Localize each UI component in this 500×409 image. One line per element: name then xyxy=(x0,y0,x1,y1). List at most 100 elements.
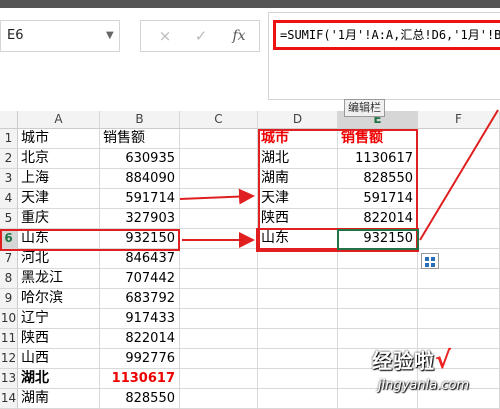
cell-e5[interactable]: 822014 xyxy=(338,209,418,229)
cell-f1[interactable] xyxy=(418,129,500,149)
cell-d2[interactable]: 湖北 xyxy=(258,149,338,169)
cell-c11[interactable] xyxy=(180,329,258,349)
cell-b6[interactable]: 932150 xyxy=(100,229,180,249)
row-header[interactable]: 6 xyxy=(0,229,18,249)
cell-d6[interactable]: 山东 xyxy=(258,229,338,249)
row-header[interactable]: 7 xyxy=(0,249,18,269)
cell-e10[interactable] xyxy=(338,309,418,329)
cell-d11[interactable] xyxy=(258,329,338,349)
cell-a9[interactable]: 哈尔滨 xyxy=(18,289,100,309)
cell-d14[interactable] xyxy=(258,389,338,409)
row-header[interactable]: 9 xyxy=(0,289,18,309)
cell-a10[interactable]: 辽宁 xyxy=(18,309,100,329)
cell-f4[interactable] xyxy=(418,189,500,209)
row-header[interactable]: 8 xyxy=(0,269,18,289)
row-header[interactable]: 14 xyxy=(0,389,18,409)
column-header-d[interactable]: D xyxy=(258,111,338,129)
cell-b8[interactable]: 707442 xyxy=(100,269,180,289)
cell-a5[interactable]: 重庆 xyxy=(18,209,100,229)
select-all-corner[interactable] xyxy=(0,111,18,129)
cell-d5[interactable]: 陕西 xyxy=(258,209,338,229)
row-header[interactable]: 5 xyxy=(0,209,18,229)
cell-c5[interactable] xyxy=(180,209,258,229)
cell-d1[interactable]: 城市 xyxy=(258,129,338,149)
cell-c6[interactable] xyxy=(180,229,258,249)
cell-b9[interactable]: 683792 xyxy=(100,289,180,309)
cell-a1[interactable]: 城市 xyxy=(18,129,100,149)
cell-a12[interactable]: 山西 xyxy=(18,349,100,369)
cell-d8[interactable] xyxy=(258,269,338,289)
cell-e3[interactable]: 828550 xyxy=(338,169,418,189)
row-header[interactable]: 2 xyxy=(0,149,18,169)
cell-f5[interactable] xyxy=(418,209,500,229)
cell-c14[interactable] xyxy=(180,389,258,409)
cell-a7[interactable]: 河北 xyxy=(18,249,100,269)
cell-a3[interactable]: 上海 xyxy=(18,169,100,189)
cell-a4[interactable]: 天津 xyxy=(18,189,100,209)
cell-b13[interactable]: 1130617 xyxy=(100,369,180,389)
cell-b14[interactable]: 828550 xyxy=(100,389,180,409)
cell-c13[interactable] xyxy=(180,369,258,389)
cell-a11[interactable]: 陕西 xyxy=(18,329,100,349)
column-header-a[interactable]: A xyxy=(18,111,100,129)
cell-c2[interactable] xyxy=(180,149,258,169)
cell-c9[interactable] xyxy=(180,289,258,309)
cell-d4[interactable]: 天津 xyxy=(258,189,338,209)
cell-c8[interactable] xyxy=(180,269,258,289)
paste-options-icon[interactable] xyxy=(421,253,439,269)
column-header-f[interactable]: F xyxy=(418,111,500,129)
cell-a2[interactable]: 北京 xyxy=(18,149,100,169)
cell-e1[interactable]: 销售额 xyxy=(338,129,418,149)
column-header-b[interactable]: B xyxy=(100,111,180,129)
cell-b7[interactable]: 846437 xyxy=(100,249,180,269)
cell-b5[interactable]: 327903 xyxy=(100,209,180,229)
row-header[interactable]: 13 xyxy=(0,369,18,389)
cell-b12[interactable]: 992776 xyxy=(100,349,180,369)
row-header[interactable]: 1 xyxy=(0,129,18,149)
name-box-dropdown-icon[interactable]: ▼ xyxy=(106,30,114,41)
cell-f8[interactable] xyxy=(418,269,500,289)
cell-f3[interactable] xyxy=(418,169,500,189)
cell-d10[interactable] xyxy=(258,309,338,329)
cell-a14[interactable]: 湖南 xyxy=(18,389,100,409)
cell-d13[interactable] xyxy=(258,369,338,389)
cell-b11[interactable]: 822014 xyxy=(100,329,180,349)
cell-c4[interactable] xyxy=(180,189,258,209)
cell-c3[interactable] xyxy=(180,169,258,189)
row-header[interactable]: 10 xyxy=(0,309,18,329)
cell-d3[interactable]: 湖南 xyxy=(258,169,338,189)
cell-a8[interactable]: 黑龙江 xyxy=(18,269,100,289)
cell-e8[interactable] xyxy=(338,269,418,289)
cell-f2[interactable] xyxy=(418,149,500,169)
cell-c7[interactable] xyxy=(180,249,258,269)
row-header[interactable]: 11 xyxy=(0,329,18,349)
cell-b10[interactable]: 917433 xyxy=(100,309,180,329)
row-header[interactable]: 4 xyxy=(0,189,18,209)
cell-e9[interactable] xyxy=(338,289,418,309)
cell-b2[interactable]: 630935 xyxy=(100,149,180,169)
cell-a6[interactable]: 山东 xyxy=(18,229,100,249)
row-header[interactable]: 12 xyxy=(0,349,18,369)
cell-b3[interactable]: 884090 xyxy=(100,169,180,189)
cell-c10[interactable] xyxy=(180,309,258,329)
cell-d9[interactable] xyxy=(258,289,338,309)
cell-b4[interactable]: 591714 xyxy=(100,189,180,209)
cell-e7[interactable] xyxy=(338,249,418,269)
cell-d7[interactable] xyxy=(258,249,338,269)
cell-a13[interactable]: 湖北 xyxy=(18,369,100,389)
cell-d12[interactable] xyxy=(258,349,338,369)
cell-e2[interactable]: 1130617 xyxy=(338,149,418,169)
cell-c12[interactable] xyxy=(180,349,258,369)
cell-f9[interactable] xyxy=(418,289,500,309)
insert-function-icon[interactable]: fx xyxy=(221,21,257,51)
cell-f10[interactable] xyxy=(418,309,500,329)
row-header[interactable]: 3 xyxy=(0,169,18,189)
column-header-c[interactable]: C xyxy=(180,111,258,129)
formula-input[interactable]: =SUMIF('1月'!A:A,汇总!D6,'1月'!B: xyxy=(273,20,500,50)
cell-e6[interactable]: 932150 xyxy=(338,229,418,249)
cell-e4[interactable]: 591714 xyxy=(338,189,418,209)
cell-b1[interactable]: 销售额 xyxy=(100,129,180,149)
cancel-icon[interactable]: × xyxy=(147,21,183,51)
cell-c1[interactable] xyxy=(180,129,258,149)
enter-icon[interactable]: ✓ xyxy=(183,21,219,51)
